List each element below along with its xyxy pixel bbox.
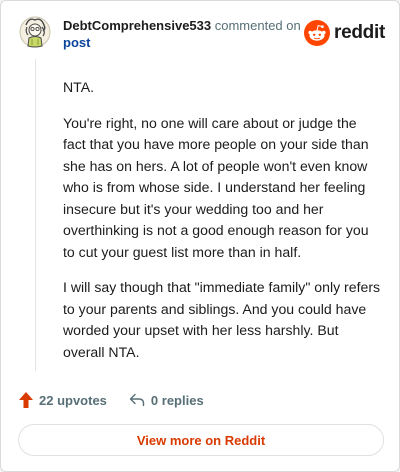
comment-actions: 22 upvotes 0 replies <box>19 390 226 410</box>
comment-card: DebtComprehensive533 commented on post r… <box>0 0 400 472</box>
comment-header: DebtComprehensive533 commented on post r… <box>19 15 385 55</box>
comment-meta: DebtComprehensive533 commented on post <box>63 17 303 51</box>
comment-paragraph: I will say though that "immediate family… <box>63 279 381 360</box>
comment-paragraph: You're right, no one will care about or … <box>63 114 369 260</box>
reply-count: 0 replies <box>150 392 204 408</box>
arrow-up-icon <box>19 392 33 408</box>
meta-text: commented on <box>211 18 301 33</box>
reddit-snoo-icon <box>304 20 331 46</box>
reddit-logo[interactable]: reddit <box>304 19 385 47</box>
upvote-button[interactable]: 22 upvotes <box>19 392 107 408</box>
view-more-button[interactable]: View more on Reddit <box>18 424 384 456</box>
brand-name: reddit <box>334 22 385 43</box>
upvote-count: 22 upvotes <box>39 392 107 408</box>
comment-paragraph: NTA. <box>63 79 95 95</box>
reply-button[interactable]: 0 replies <box>129 393 204 408</box>
avatar[interactable] <box>19 15 51 49</box>
post-link[interactable]: post <box>63 35 90 50</box>
thread-line <box>35 59 36 371</box>
username-link[interactable]: DebtComprehensive533 <box>63 18 211 33</box>
comment-body: NTA. You're right, no one will care abou… <box>63 77 381 377</box>
reply-arrow-icon <box>129 393 145 407</box>
